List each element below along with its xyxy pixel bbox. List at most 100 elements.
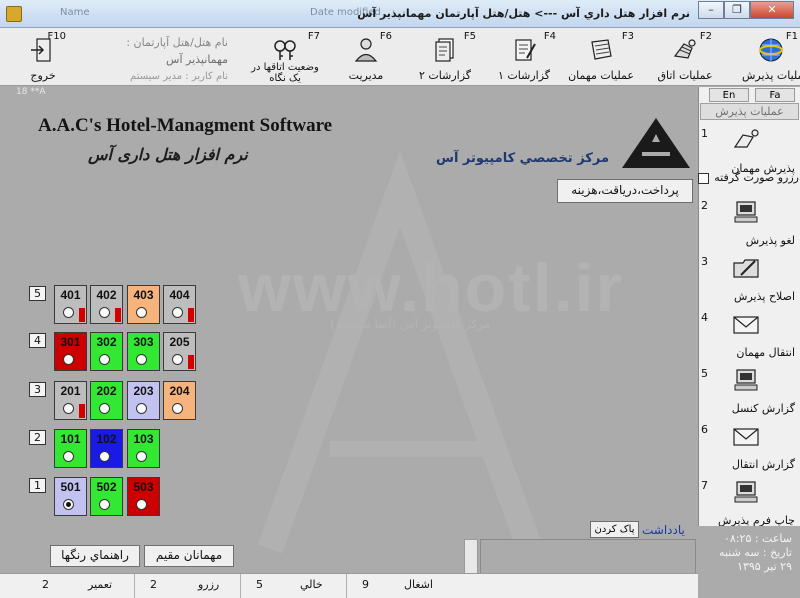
watermark-subtext: مرکز کامپيوتر آس (آسا سيستم) <box>330 317 491 331</box>
computer-cancel-icon <box>734 201 758 223</box>
room-tile[interactable]: 401 <box>54 285 87 324</box>
room-select-radio[interactable] <box>172 403 183 414</box>
room-tile[interactable]: 205 <box>163 332 196 371</box>
room-number: 501 <box>60 480 81 494</box>
room-select-radio[interactable] <box>63 307 74 318</box>
envelope-icon <box>733 316 759 334</box>
room-select-radio[interactable] <box>63 451 74 462</box>
title-english: A.A.C's Hotel-Managment Software <box>38 115 333 136</box>
room-select-radio[interactable] <box>136 307 147 318</box>
manager-icon <box>354 38 378 62</box>
status-occupied-label: اشغال <box>404 578 433 591</box>
room-status-flag <box>188 355 194 369</box>
printer-computer-icon <box>734 481 758 503</box>
room-tile[interactable]: 501 <box>54 477 87 516</box>
status-reserved-label: رزرو <box>198 578 220 591</box>
room-tile[interactable]: 301 <box>54 332 87 371</box>
room-select-radio[interactable] <box>172 307 183 318</box>
clock-date-label: تاريخ : سه شنبه <box>719 546 792 559</box>
hotel-name: مهمانپذير آس <box>166 53 228 66</box>
clock-time: ساعت : ۰۸:۲۵ <box>724 532 792 545</box>
room-tile[interactable]: 202 <box>90 381 123 420</box>
toolbar-label: وضعيت اتاقها در يک نگاه <box>251 62 319 84</box>
room-tile[interactable]: 404 <box>163 285 196 324</box>
title-bar: Name Date modified نرم افزار هتل داري آس… <box>0 0 800 28</box>
room-tile[interactable]: 402 <box>90 285 123 324</box>
watermark-text: www.hotl.ir <box>238 250 624 326</box>
panel-item-transfer-guest[interactable]: 4 انتقال مهمان <box>699 309 799 363</box>
room-tile[interactable]: 303 <box>127 332 160 371</box>
room-tile[interactable]: 302 <box>90 332 123 371</box>
item-label: اصلاح پذيرش <box>734 290 795 303</box>
room-tile[interactable]: 502 <box>90 477 123 516</box>
close-button[interactable]: ✕ <box>750 1 794 19</box>
room-select-radio[interactable] <box>63 354 74 365</box>
minimize-button[interactable]: – <box>698 1 724 19</box>
resident-guests-button[interactable]: مهمانان مقيم <box>144 545 234 567</box>
room-select-radio[interactable] <box>99 354 110 365</box>
room-select-radio[interactable] <box>136 451 147 462</box>
toolbar-management[interactable]: F6 مديريت <box>338 30 394 84</box>
restore-button[interactable]: ❐ <box>724 1 750 19</box>
floor-label[interactable]: 2 <box>29 430 46 445</box>
fkey-label: F6 <box>379 31 392 42</box>
room-tile[interactable]: 103 <box>127 429 160 468</box>
toolbar-room-ops[interactable]: F2 عمليات اتاق <box>656 30 714 84</box>
room-select-radio[interactable] <box>63 499 74 510</box>
room-tile[interactable]: 201 <box>54 381 87 420</box>
clear-notes-button[interactable]: پاک کردن <box>590 521 639 538</box>
report-stack-icon <box>435 38 454 62</box>
room-select-radio[interactable] <box>99 403 110 414</box>
panel-item-cancel-admission[interactable]: 2 لغو پذيرش <box>699 197 799 251</box>
toolbar-reception-ops[interactable]: F1 عمليات پذيرش <box>742 30 800 84</box>
status-empty-value: 5 <box>256 578 263 591</box>
panel-item-cancel-report[interactable]: 5 گزارش کنسل <box>699 365 799 419</box>
room-select-radio[interactable] <box>136 499 147 510</box>
payment-button[interactable]: پرداخت،درياقت،هزينه <box>557 179 693 203</box>
room-select-radio[interactable] <box>99 451 110 462</box>
checkbox-label: رزرو صورت گرفته <box>714 171 799 184</box>
room-select-radio[interactable] <box>63 403 74 414</box>
ghost-text-left: Name <box>60 7 90 18</box>
panel-title: عمليات پذيرش <box>700 103 799 120</box>
toolbar-guest-ops[interactable]: F3 عمليات مهمان <box>566 30 636 84</box>
room-number: 205 <box>169 335 190 349</box>
room-number: 402 <box>96 288 117 302</box>
room-select-radio[interactable] <box>136 354 147 365</box>
room-tile[interactable]: 403 <box>127 285 160 324</box>
toolbar-label: گزارشات ۲ <box>418 69 472 82</box>
toolbar-rooms-overview[interactable]: F7 وضعيت اتاقها در يک نگاه <box>248 30 322 84</box>
main-area: www.hotl.ir مرکز کامپيوتر آس (آسا سيستم)… <box>0 99 698 583</box>
fkey-label: F2 <box>699 31 712 42</box>
window-title: نرم افزار هتل داري آس ---> هتل/هتل آپارت… <box>357 7 690 20</box>
room-number: 401 <box>60 288 81 302</box>
room-tile[interactable]: 102 <box>90 429 123 468</box>
color-guide-button[interactable]: راهنماي رنگها <box>50 545 140 567</box>
floor-label[interactable]: 5 <box>29 286 46 301</box>
reservation-checkbox[interactable]: رزرو صورت گرفته <box>675 171 799 185</box>
globe-icon <box>759 38 783 62</box>
panel-item-print-form[interactable]: 7 چاپ فرم پذيرش <box>699 477 799 531</box>
lang-fa-tab[interactable]: Fa <box>755 88 795 102</box>
toolbar-reports-2[interactable]: F5 گزارشات ۲ <box>412 30 478 84</box>
computer-icon <box>734 369 758 391</box>
panel-item-edit-admission[interactable]: 3 اصلاح پذيرش <box>699 253 799 307</box>
room-tile[interactable]: 204 <box>163 381 196 420</box>
room-select-radio[interactable] <box>172 354 183 365</box>
room-tile[interactable]: 503 <box>127 477 160 516</box>
lang-en-tab[interactable]: En <box>709 88 749 102</box>
hand-key-icon <box>733 129 759 148</box>
room-tile[interactable]: 203 <box>127 381 160 420</box>
panel-item-transfer-report[interactable]: 6 گزارش انتقال <box>699 421 799 475</box>
room-tile[interactable]: 101 <box>54 429 87 468</box>
checkbox-box[interactable] <box>697 172 709 184</box>
room-select-radio[interactable] <box>136 403 147 414</box>
toolbar-exit[interactable]: F10 خروج <box>18 30 68 84</box>
room-select-radio[interactable] <box>99 307 110 318</box>
room-select-radio[interactable] <box>99 499 110 510</box>
floor-label[interactable]: 1 <box>29 478 46 493</box>
toolbar-reports-1[interactable]: F4 گزارشات ۱ <box>490 30 558 84</box>
toolbar-label: گزارشات ۱ <box>497 69 551 82</box>
floor-label[interactable]: 4 <box>29 333 46 348</box>
floor-label[interactable]: 3 <box>29 382 46 397</box>
